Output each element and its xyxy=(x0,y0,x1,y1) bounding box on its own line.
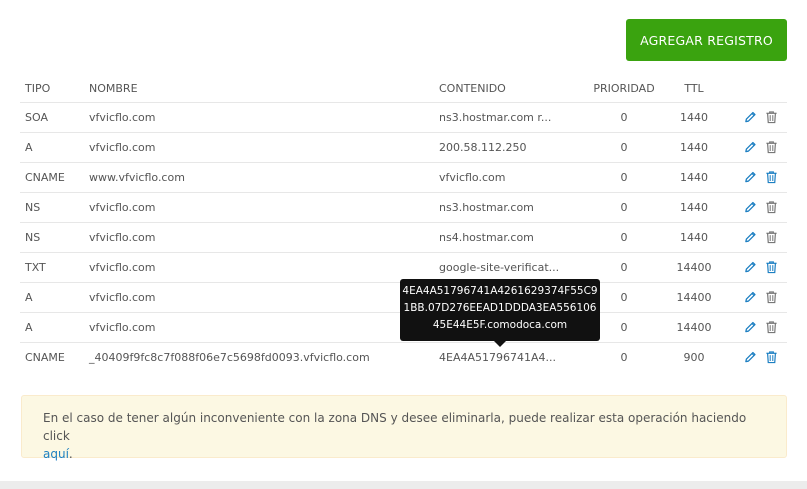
record-actions xyxy=(724,281,787,312)
notice-text: En el caso de tener algún inconveniente … xyxy=(43,411,747,443)
record-priority: 0 xyxy=(584,161,664,192)
record-name: vfvicflo.com xyxy=(84,251,434,282)
table-header-row: TIPO NOMBRE CONTENIDO PRIORIDAD TTL xyxy=(20,75,787,102)
tooltip-line: 4EA4A51796741A4261629374F55C9 xyxy=(402,285,598,297)
record-priority: 0 xyxy=(584,191,664,222)
table-row: CNAME _40409f9fc8c7f088f06e7c5698fd0093.v… xyxy=(20,341,787,372)
record-type: NS xyxy=(20,191,84,222)
record-type: A xyxy=(20,131,84,162)
record-content: 4EA4A51796741A4... xyxy=(434,341,584,372)
pencil-icon[interactable] xyxy=(744,230,757,244)
tooltip-line: 45E44E5F.comodoca.com xyxy=(432,319,568,331)
record-content: ns3.hostmar.com r... xyxy=(434,101,584,132)
table-row: NS vfvicflo.com ns3.hostmar.com 0 1440 xyxy=(20,191,787,222)
record-name: vfvicflo.com xyxy=(84,101,434,132)
trash-icon[interactable] xyxy=(765,260,778,274)
record-actions xyxy=(724,311,787,342)
pencil-icon[interactable] xyxy=(744,140,757,154)
record-actions xyxy=(724,341,787,372)
record-type: CNAME xyxy=(20,341,84,372)
record-actions xyxy=(724,101,787,132)
record-actions xyxy=(724,131,787,162)
pencil-icon[interactable] xyxy=(744,200,757,214)
column-header-actions xyxy=(724,75,787,102)
record-type: CNAME xyxy=(20,161,84,192)
record-content: ns3.hostmar.com xyxy=(434,191,584,222)
column-header-ttl: TTL xyxy=(684,81,704,95)
record-priority: 0 xyxy=(584,131,664,162)
record-ttl: 1440 xyxy=(664,161,724,192)
record-ttl: 900 xyxy=(664,341,724,372)
pencil-icon[interactable] xyxy=(744,170,757,184)
record-actions xyxy=(724,191,787,222)
record-content: ns4.hostmar.com xyxy=(434,221,584,252)
pencil-icon[interactable] xyxy=(744,350,757,364)
add-record-button[interactable]: AGREGAR REGISTRO xyxy=(626,19,787,61)
pencil-icon[interactable] xyxy=(744,290,757,304)
notice-link[interactable]: aquí xyxy=(43,447,69,461)
record-priority: 0 xyxy=(584,221,664,252)
record-content: vfvicflo.com xyxy=(434,161,584,192)
notice-trailing: . xyxy=(68,447,73,461)
table-row: NS vfvicflo.com ns4.hostmar.com 0 1440 xyxy=(20,221,787,252)
trash-icon[interactable] xyxy=(765,200,778,214)
column-header-tipo: TIPO xyxy=(25,81,51,95)
record-name: vfvicflo.com xyxy=(84,281,434,312)
record-ttl: 1440 xyxy=(664,191,724,222)
record-priority: 0 xyxy=(584,251,664,282)
dns-zone-notice: En el caso de tener algún inconveniente … xyxy=(21,395,787,461)
record-actions xyxy=(724,221,787,252)
trash-icon[interactable] xyxy=(765,350,778,364)
record-name: vfvicflo.com xyxy=(84,131,434,162)
content-tooltip: 4EA4A51796741A4261629374F55C9 1BB.07D276… xyxy=(400,279,600,347)
record-name: vfvicflo.com xyxy=(84,311,434,342)
record-ttl: 14400 xyxy=(664,311,724,342)
pencil-icon[interactable] xyxy=(744,110,757,124)
record-priority: 0 xyxy=(584,101,664,132)
column-header-nombre: NOMBRE xyxy=(89,81,138,95)
record-priority: 0 xyxy=(584,341,664,372)
record-content: 200.58.112.250 xyxy=(434,131,584,162)
pencil-icon[interactable] xyxy=(744,260,757,274)
record-name: www.vfvicflo.com xyxy=(84,161,434,192)
column-header-contenido: CONTENIDO xyxy=(439,81,506,95)
trash-icon[interactable] xyxy=(765,110,778,124)
record-type: SOA xyxy=(20,101,84,132)
record-ttl: 14400 xyxy=(664,281,724,312)
record-ttl: 1440 xyxy=(664,221,724,252)
record-actions xyxy=(724,161,787,192)
column-header-prioridad: PRIORIDAD xyxy=(593,81,655,95)
dns-zone-page: AGREGAR REGISTRO TIPO NOMBRE CONTENIDO P… xyxy=(0,0,807,489)
pencil-icon[interactable] xyxy=(744,320,757,334)
table-row: TXT vfvicflo.com google-site-verificat... 0… xyxy=(20,251,787,282)
record-content: google-site-verificat... xyxy=(434,251,584,282)
table-row: Avfvicflo.com 200.58.112.250 0 1440 xyxy=(20,131,787,162)
record-type: A xyxy=(20,281,84,312)
trash-icon[interactable] xyxy=(765,320,778,334)
tooltip-line: 1BB.07D276EEAD1DDDA3EA556106 xyxy=(403,302,597,314)
record-ttl: 1440 xyxy=(664,131,724,162)
record-type: TXT xyxy=(20,251,84,282)
table-row: CNAME www.vfvicflo.com vfvicflo.com 0 1440 xyxy=(20,161,787,192)
table-row: SOA vfvicflo.com ns3.hostmar.com r... 0 1440 xyxy=(20,101,787,132)
trash-icon[interactable] xyxy=(765,290,778,304)
record-name: vfvicflo.com xyxy=(84,221,434,252)
trash-icon[interactable] xyxy=(765,140,778,154)
trash-icon[interactable] xyxy=(765,170,778,184)
trash-icon[interactable] xyxy=(765,230,778,244)
record-actions xyxy=(724,251,787,282)
record-ttl: 1440 xyxy=(664,101,724,132)
record-name: vfvicflo.com xyxy=(84,191,434,222)
record-type: NS xyxy=(20,221,84,252)
record-ttl: 14400 xyxy=(664,251,724,282)
record-type: A xyxy=(20,311,84,342)
footer-bar xyxy=(0,481,807,489)
record-name: _40409f9fc8c7f088f06e7c5698fd0093.vfvicf… xyxy=(84,341,434,372)
